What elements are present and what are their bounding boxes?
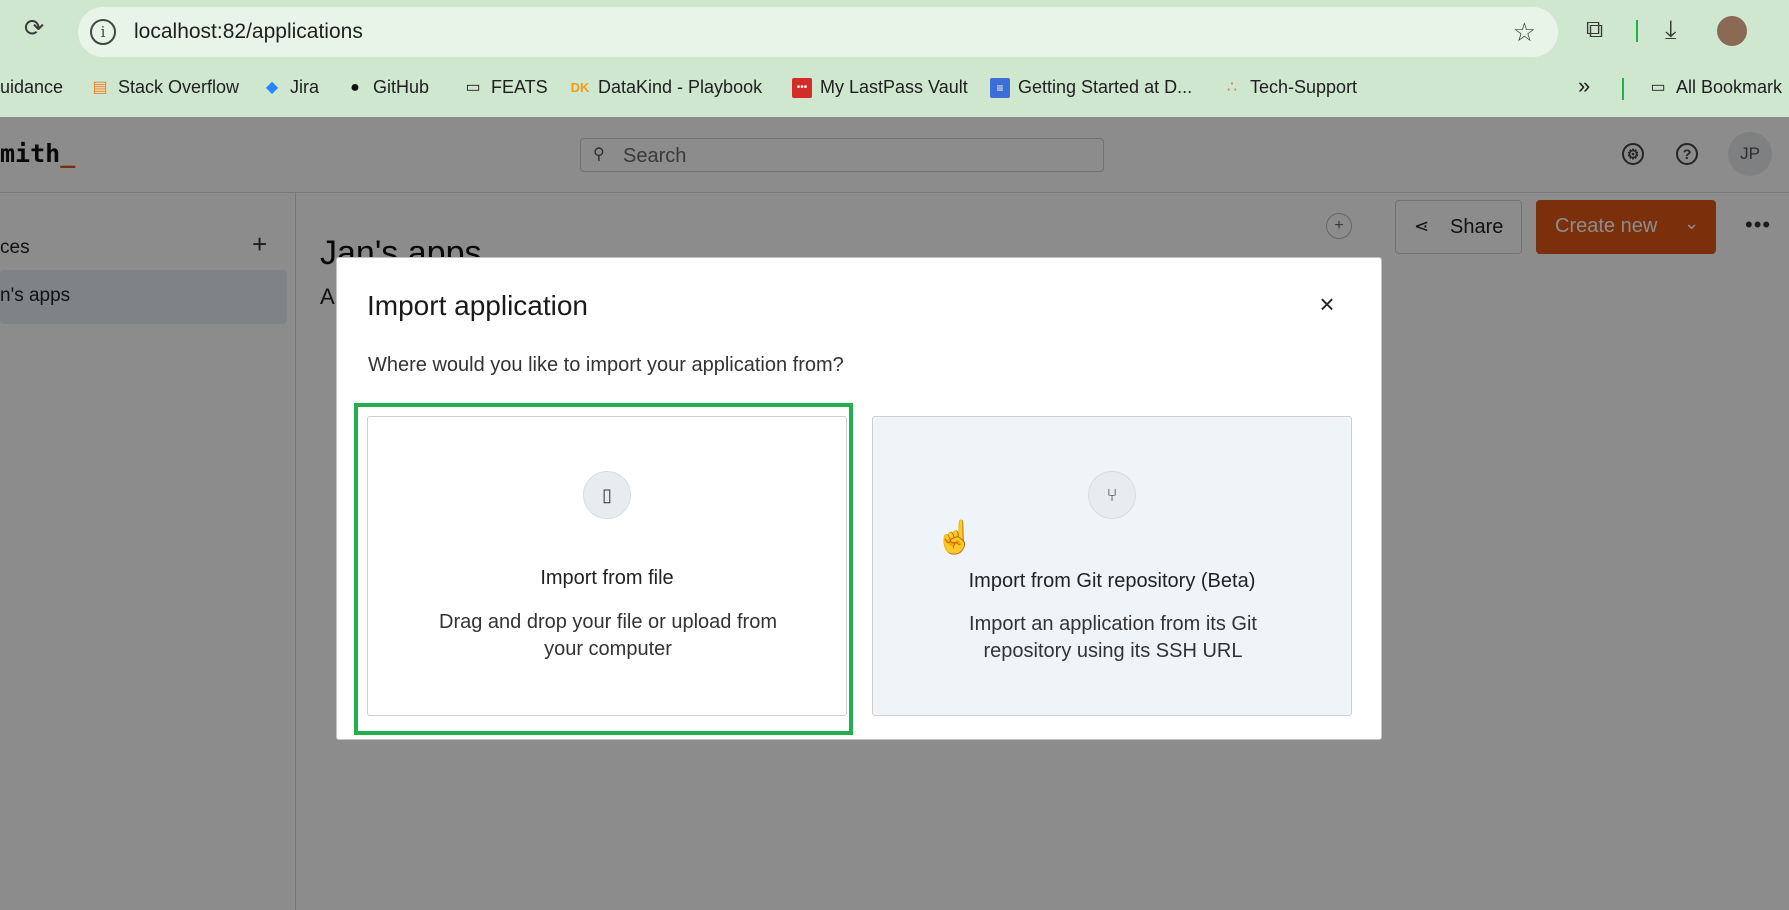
folder-icon: ▭ xyxy=(1650,78,1666,96)
stackoverflow-icon: ▤ xyxy=(92,78,108,96)
download-icon[interactable]: ⤓ xyxy=(1665,14,1677,46)
github-icon: ● xyxy=(350,78,360,96)
doc-icon: ≡ xyxy=(990,77,1010,98)
modal-title: Import application xyxy=(367,290,589,321)
browser-menu-icon[interactable]: ⋮ xyxy=(1780,14,1789,40)
lastpass-icon: ••• xyxy=(792,77,812,98)
bookmark-item[interactable]: ≡ Getting Started at D... xyxy=(990,77,1192,98)
bookmark-item[interactable]: ••• My LastPass Vault xyxy=(792,77,968,98)
card-title: Import from Git repository (Beta) xyxy=(968,570,1256,592)
bookmark-item[interactable]: ▤ Stack Overflow xyxy=(90,77,239,98)
asana-icon: ∴ xyxy=(1226,78,1238,96)
all-bookmarks[interactable]: ▭ All Bookmark xyxy=(1648,77,1782,98)
bookmark-item[interactable]: ∴ Tech-Support xyxy=(1222,77,1357,98)
address-bar[interactable]: i localhost:82/applications ☆ xyxy=(78,7,1558,57)
bookmarks-bar: uidance ▤ Stack Overflow ◆ Jira ● GitHub… xyxy=(0,64,1789,112)
selection-highlight xyxy=(354,403,853,735)
folder-icon: ▭ xyxy=(465,78,481,96)
close-icon[interactable]: × xyxy=(1311,288,1343,320)
import-from-git-card[interactable]: ⑂ Import from Git repository (Beta) Impo… xyxy=(872,416,1352,716)
git-branch-icon: ⑂ xyxy=(1088,471,1136,519)
bookmark-item[interactable]: ▭ FEATS xyxy=(463,77,547,98)
divider xyxy=(1622,78,1624,100)
browser-chrome: ⟳ i localhost:82/applications ☆ ⧉ ⤓ ⋮ ui… xyxy=(0,0,1789,117)
bookmark-item[interactable]: DK DataKind - Playbook xyxy=(570,77,762,98)
extensions-icon[interactable]: ⧉ xyxy=(1586,16,1603,44)
divider xyxy=(1636,20,1638,42)
bookmark-item[interactable]: ◆ Jira xyxy=(262,77,319,98)
card-description: Import an application from its Git repos… xyxy=(969,613,1257,662)
reload-icon[interactable]: ⟳ xyxy=(24,14,44,43)
bookmark-item[interactable]: uidance xyxy=(0,77,63,98)
url-text[interactable]: localhost:82/applications xyxy=(134,20,363,44)
bookmark-star-icon[interactable]: ☆ xyxy=(1513,17,1536,48)
bookmark-item[interactable]: ● GitHub xyxy=(345,77,429,98)
hand-pointer-icon: ☝ xyxy=(935,519,975,555)
jira-icon: ◆ xyxy=(265,78,279,96)
modal-subtitle: Where would you like to import your appl… xyxy=(368,354,844,376)
datakind-icon: DK xyxy=(570,79,590,95)
more-bookmarks-icon[interactable]: » xyxy=(1578,73,1590,99)
profile-avatar-icon[interactable] xyxy=(1717,16,1747,46)
site-info-icon[interactable]: i xyxy=(90,19,116,45)
